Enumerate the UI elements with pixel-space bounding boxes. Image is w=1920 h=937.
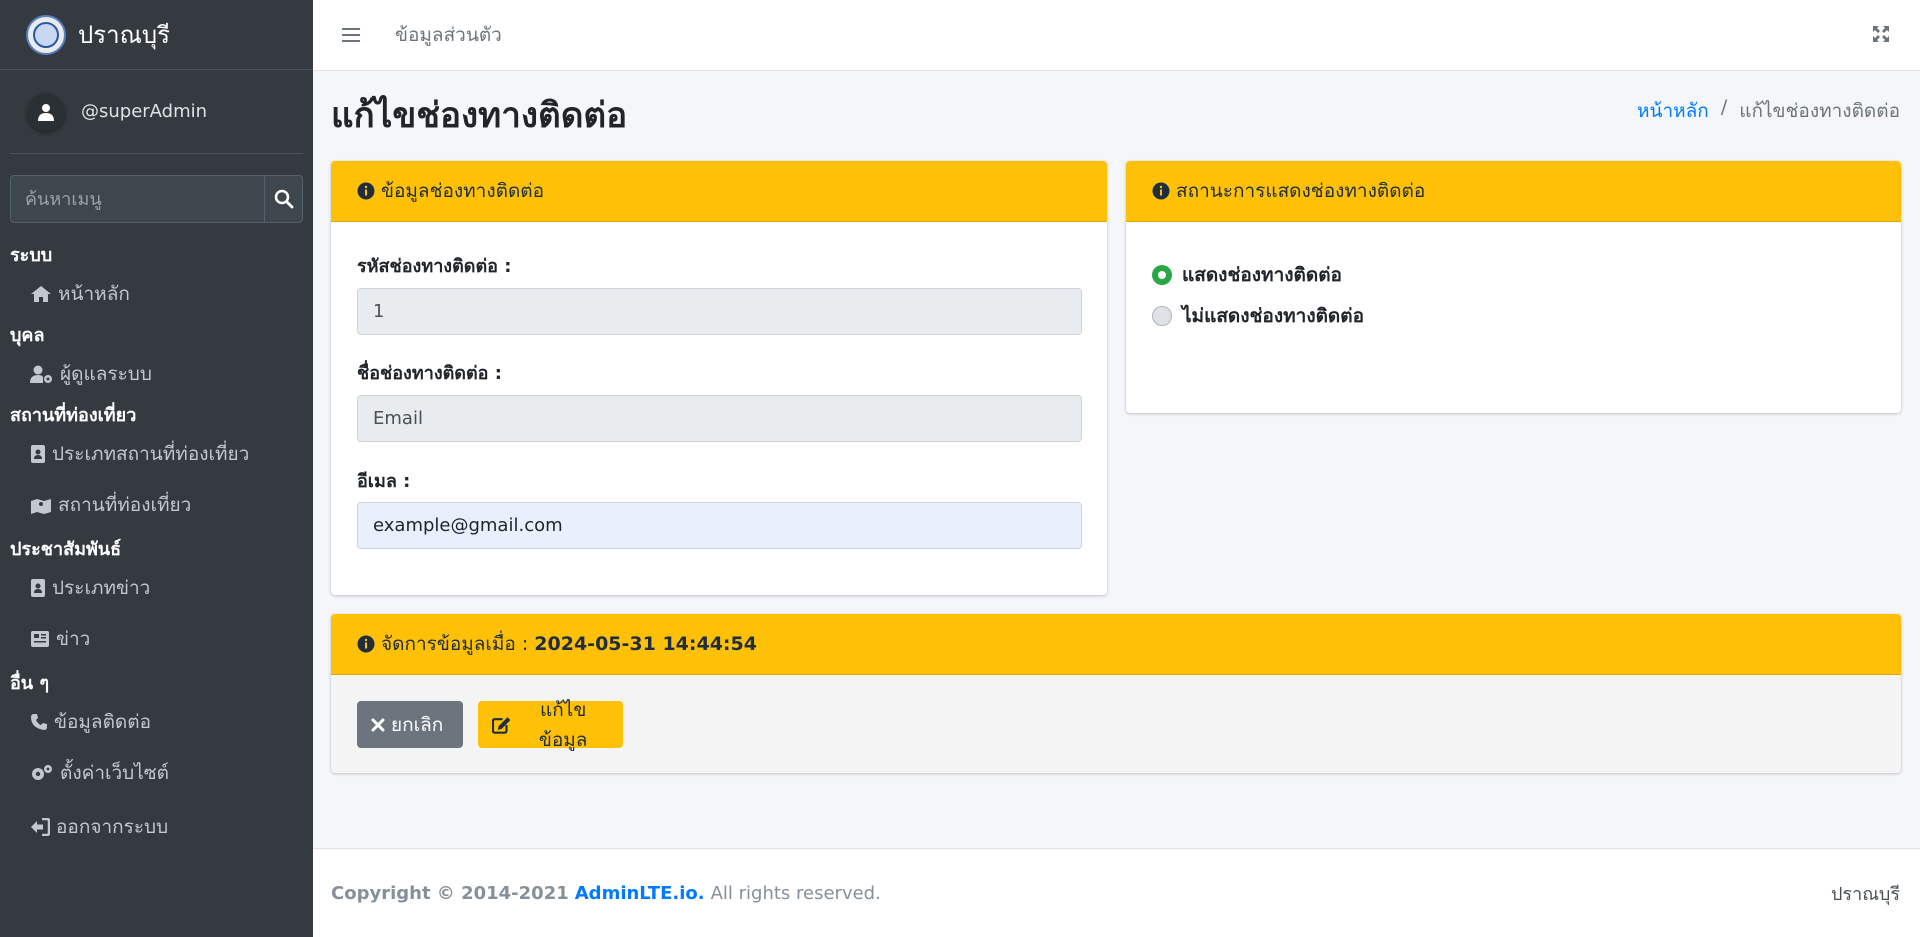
- newspaper-icon: [31, 631, 49, 647]
- radio-label: แสดงช่องทางติดต่อ: [1182, 264, 1342, 286]
- radio-selected: [1152, 265, 1172, 285]
- sidebar-item-label: ข้อมูลติดต่อ: [54, 711, 151, 733]
- user-panel[interactable]: @superAdmin: [10, 70, 303, 154]
- sidebar-item-place-types[interactable]: ประเภทสถานที่ท่องเที่ยว: [0, 430, 313, 478]
- edit-icon: [492, 716, 511, 734]
- sidebar-item-label: ผู้ดูแลระบบ: [60, 363, 152, 385]
- brand[interactable]: ปราณบุรี: [0, 0, 313, 70]
- card-title: ข้อมูลช่องทางติดต่อ: [381, 180, 545, 202]
- nav-header-people: บุคล: [10, 324, 45, 346]
- contact-name-label: ชื่อช่องทางติดต่อ :: [357, 363, 502, 384]
- sidebar-item-label: ออกจากระบบ: [56, 816, 169, 838]
- email-field[interactable]: [357, 502, 1082, 549]
- user-cog-icon: [30, 365, 52, 383]
- search-icon: [274, 189, 293, 209]
- contact-info-card: ข้อมูลช่องทางติดต่อ รหัสช่องทางติดต่อ : …: [331, 161, 1107, 595]
- edit-button[interactable]: แก้ไขข้อมูล: [478, 699, 623, 751]
- sidebar-item-news-types[interactable]: ประเภทข่าว: [0, 564, 313, 612]
- sign-out-icon: [31, 818, 50, 836]
- card-title: จัดการข้อมูลเมื่อ :: [381, 633, 529, 655]
- card-header: สถานะการแสดงช่องทางติดต่อ: [1126, 161, 1901, 222]
- footer-right-text: ปราณบุรี: [1831, 883, 1900, 905]
- page-title: แก้ไขช่องทางติดต่อ: [331, 96, 628, 136]
- home-icon: [31, 286, 51, 302]
- sidebar-nav: ระบบ หน้าหลัก บุคล ผู้ดูแลระบบ สถานที่ท่…: [0, 238, 313, 854]
- user-avatar-icon: [27, 92, 65, 131]
- edit-label: แก้ไขข้อมูล: [538, 698, 588, 751]
- sidebar-item-logout[interactable]: ออกจากระบบ: [0, 800, 313, 854]
- sidebar-item-label: สถานที่ท่องเที่ยว: [58, 494, 192, 516]
- display-status-card: สถานะการแสดงช่องทางติดต่อ แสดงช่องทางติด…: [1126, 161, 1901, 413]
- contact-id-label: รหัสช่องทางติดต่อ :: [357, 256, 512, 277]
- user-name[interactable]: @superAdmin: [81, 101, 207, 122]
- sidebar-item-places[interactable]: สถานที่ท่องเที่ยว: [0, 478, 313, 532]
- updated-timestamp: 2024-05-31 14:44:54: [534, 633, 757, 655]
- sidebar-item-news[interactable]: ข่าว: [0, 612, 313, 666]
- footer-rights: All rights reserved.: [710, 882, 881, 904]
- sidebar-search: [10, 175, 303, 223]
- radio-show-contact[interactable]: แสดงช่องทางติดต่อ: [1152, 260, 1342, 290]
- nav-header-system: ระบบ: [10, 244, 53, 266]
- footer: Copyright © 2014-2021 AdminLTE.io. All r…: [313, 848, 1920, 937]
- sidebar-item-admins[interactable]: ผู้ดูแลระบบ: [0, 350, 313, 398]
- sidebar-item-label: ข่าว: [56, 628, 91, 650]
- search-input[interactable]: [10, 175, 264, 223]
- manage-card: จัดการข้อมูลเมื่อ : 2024-05-31 14:44:54 …: [331, 614, 1901, 773]
- close-icon: [371, 718, 385, 731]
- breadcrumb: หน้าหลัก / แก้ไขช่องทางติดต่อ: [1637, 96, 1900, 126]
- profile-link[interactable]: ข้อมูลส่วนตัว: [395, 20, 502, 50]
- nav-header-other: อื่น ๆ: [10, 672, 50, 694]
- search-button[interactable]: [264, 175, 303, 223]
- card-header: ข้อมูลช่องทางติดต่อ: [331, 161, 1107, 222]
- map-marked-icon: [31, 499, 51, 514]
- sidebar-item-site-settings[interactable]: ตั้งค่าเว็บไซต์: [0, 746, 313, 800]
- card-title: สถานะการแสดงช่องทางติดต่อ: [1176, 180, 1426, 202]
- phone-icon: [31, 714, 47, 730]
- info-circle-icon: [1152, 182, 1170, 200]
- breadcrumb-current: แก้ไขช่องทางติดต่อ: [1739, 100, 1900, 122]
- info-circle-icon: [357, 182, 375, 200]
- nav-header-tourism: สถานที่ท่องเที่ยว: [10, 404, 137, 426]
- sidebar-item-label: ตั้งค่าเว็บไซต์: [60, 762, 170, 784]
- address-book-icon: [31, 445, 45, 463]
- footer-brand-link[interactable]: AdminLTE.io.: [575, 883, 705, 904]
- breadcrumb-separator: /: [1720, 96, 1728, 118]
- contact-id-field[interactable]: [357, 288, 1082, 335]
- sidebar-item-label: ประเภทข่าว: [52, 577, 151, 599]
- radio-unselected: [1152, 306, 1172, 326]
- info-circle-icon: [357, 635, 375, 653]
- top-navbar: ข้อมูลส่วนตัว: [313, 0, 1920, 71]
- brand-name: ปราณบุรี: [78, 21, 170, 49]
- radio-hide-contact[interactable]: ไม่แสดงช่องทางติดต่อ: [1152, 301, 1364, 331]
- address-book-icon: [31, 579, 45, 597]
- cogs-icon: [32, 765, 52, 780]
- sidebar-item-contact-info[interactable]: ข้อมูลติดต่อ: [0, 698, 313, 746]
- cancel-button[interactable]: ยกเลิก: [357, 701, 463, 748]
- brand-logo: [26, 14, 66, 55]
- card-header: จัดการข้อมูลเมื่อ : 2024-05-31 14:44:54: [331, 614, 1901, 675]
- sidebar-item-home[interactable]: หน้าหลัก: [0, 270, 313, 318]
- breadcrumb-home-link[interactable]: หน้าหลัก: [1637, 96, 1709, 126]
- sidebar-item-label: ประเภทสถานที่ท่องเที่ยว: [52, 443, 250, 465]
- contact-name-field[interactable]: [357, 395, 1082, 442]
- sidebar: ปราณบุรี @superAdmin ระบบ หน้าหลัก บุคล …: [0, 0, 313, 937]
- sidebar-item-label: หน้าหลัก: [58, 283, 130, 305]
- cancel-label: ยกเลิก: [391, 713, 444, 736]
- email-label: อีเมล :: [357, 471, 411, 492]
- fullscreen-icon[interactable]: [1872, 25, 1890, 43]
- footer-copyright: Copyright © 2014-2021: [331, 882, 569, 904]
- radio-label: ไม่แสดงช่องทางติดต่อ: [1182, 305, 1365, 327]
- nav-header-pr: ประชาสัมพันธ์: [10, 538, 122, 560]
- hamburger-menu-icon[interactable]: [340, 27, 362, 43]
